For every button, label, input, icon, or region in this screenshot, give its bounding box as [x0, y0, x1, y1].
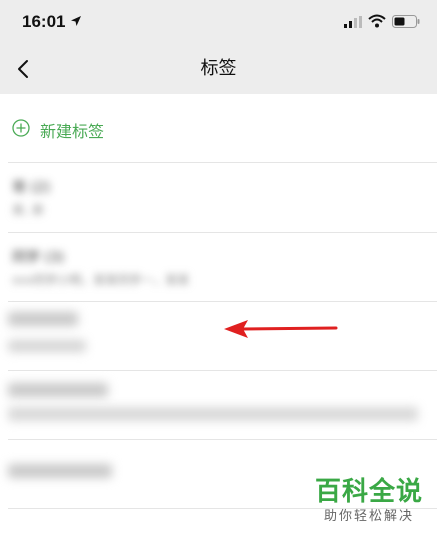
wifi-icon [368, 14, 386, 28]
tag-name: 哥 (2) [12, 180, 51, 196]
redacted-tag-name [8, 312, 78, 326]
page-title: 标签 [200, 58, 237, 79]
tag-name: 同学 (3) [12, 250, 65, 266]
new-tag-label: 新建标签 [40, 122, 105, 141]
watermark-title: 百科全说 [314, 477, 423, 507]
redacted-tag-members [8, 340, 86, 352]
tag-list-item[interactable] [0, 371, 437, 440]
cellular-signal-icon [344, 16, 362, 28]
plus-circle-icon [12, 119, 30, 137]
chevron-left-icon [18, 60, 28, 78]
redacted-tag-members [8, 407, 418, 421]
watermark-subtitle: 助你轻松解决 [323, 509, 414, 524]
watermark: 百科全说 助你轻松解决 [315, 476, 423, 526]
battery-icon [392, 15, 420, 28]
tag-members: xxx同学小明，某某同学一，某某 [12, 273, 190, 287]
tag-list-item[interactable]: 哥 (2) 弟, 弟 [0, 163, 437, 232]
redacted-tag-name [8, 464, 112, 478]
annotation-arrow-icon [224, 320, 338, 338]
redacted-tag-name [8, 383, 108, 397]
tag-members: 弟, 弟 [12, 203, 44, 217]
status-time: 16:01 [22, 12, 66, 31]
back-button[interactable] [6, 52, 40, 86]
new-tag-button[interactable]: 新建标签 [0, 94, 437, 162]
navigation-bar: 标签 [0, 44, 437, 94]
status-bar: 16:01 [0, 0, 437, 44]
tag-list-item[interactable] [0, 302, 437, 371]
location-arrow-icon [71, 16, 81, 26]
tag-list-item[interactable]: 同学 (3) xxx同学小明，某某同学一，某某 [0, 233, 437, 302]
